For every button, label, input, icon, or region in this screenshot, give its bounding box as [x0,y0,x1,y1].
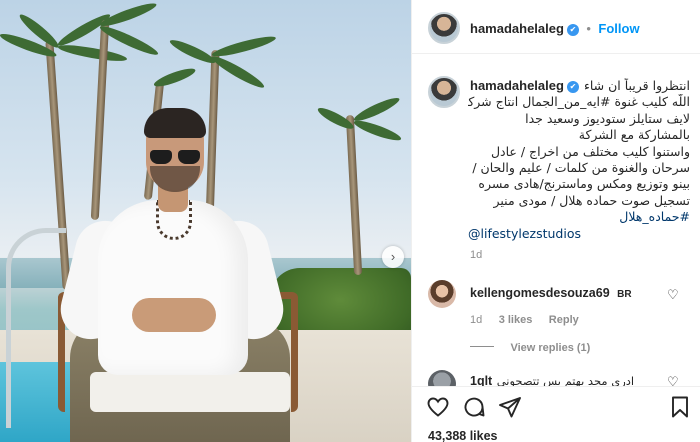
palm-leaf [167,36,218,67]
caption-text: انتظروا قريباً ان شاء اللّه كليب غنوة #ا… [468,78,690,242]
share-send-icon[interactable] [498,395,522,419]
header-separator: • [586,21,591,36]
follow-button[interactable]: Follow [598,21,639,36]
caption-line: بالمشاركة مع الشركة [578,127,690,143]
commenter-avatar[interactable] [428,280,456,308]
sunglasses [150,150,202,164]
caption-line: واستنوا كليب مختلف من اخراج / عادل [490,143,690,159]
view-replies-row[interactable]: View replies (1) [470,338,590,356]
comment-reply-button[interactable]: Reply [549,314,579,326]
post-photo[interactable]: › [0,0,411,442]
palm-tree [345,114,363,276]
view-replies-button[interactable]: View replies (1) [510,342,590,354]
post-action-bar: 43,388 likes [412,386,700,442]
comment-bubble-icon[interactable] [462,395,486,419]
caption-line: اللّه كليب غنوة #ايه_من_الجمال انتاج شرك… [468,94,690,110]
caption-mention-link[interactable]: @lifestylezstudios [468,226,690,242]
palm-leaf [352,117,403,144]
comment-like-heart-icon[interactable]: ♡ [667,287,679,303]
post-header: hamadahelaleg ✔ • Follow [412,0,700,54]
verified-badge-icon: ✔ [566,24,579,36]
header-user-row: hamadahelaleg ✔ • Follow [470,20,640,38]
caption-author-avatar[interactable] [428,76,460,108]
caption-hashtag-link[interactable]: #حماده_هلال [468,209,690,225]
palm-leaf [57,42,128,65]
caption-line: لايف ستايلز ستوديوز وسعيد جدا [525,110,690,126]
comment-text: BR [617,289,632,300]
person-hands [132,298,216,332]
comment-likes-count[interactable]: 3 likes [499,314,533,326]
caption-line: سرحان والغنوة من كلمات / عليم والحان / [472,160,690,176]
palm-leaf [210,33,278,60]
caption-line: انتظروا قريباً ان شاء [583,78,690,93]
person-hair [144,108,206,138]
author-avatar[interactable] [428,12,460,44]
likes-count[interactable]: 43,388 likes [428,429,498,442]
comment-username[interactable]: kellengomesdesouza69 [470,286,610,300]
next-photo-arrow-icon[interactable]: › [382,246,404,268]
caption-line: تسجيل صوت حماده هلال / مودى منير [493,192,690,208]
save-bookmark-icon[interactable] [668,395,692,419]
comment-meta-row: 1d 3 likes Reply [470,310,579,328]
comment-time[interactable]: 1d [470,314,482,326]
caption-time[interactable]: 1d [470,249,482,261]
comment-row: kellengomesdesouza69 BR [470,284,632,302]
replies-divider [470,346,494,347]
pool-railing [6,228,66,428]
like-heart-icon[interactable] [426,395,450,419]
author-username[interactable]: hamadahelaleg [470,21,564,36]
palm-leaf [152,65,198,90]
post-side-panel: hamadahelaleg ✔ • Follow hamadahelaleg ✔ ا… [411,0,700,442]
caption-line: بينو وتوزيع ومكس وماسترنج/هادى مسره [478,176,690,192]
chair-cushion [90,372,290,412]
